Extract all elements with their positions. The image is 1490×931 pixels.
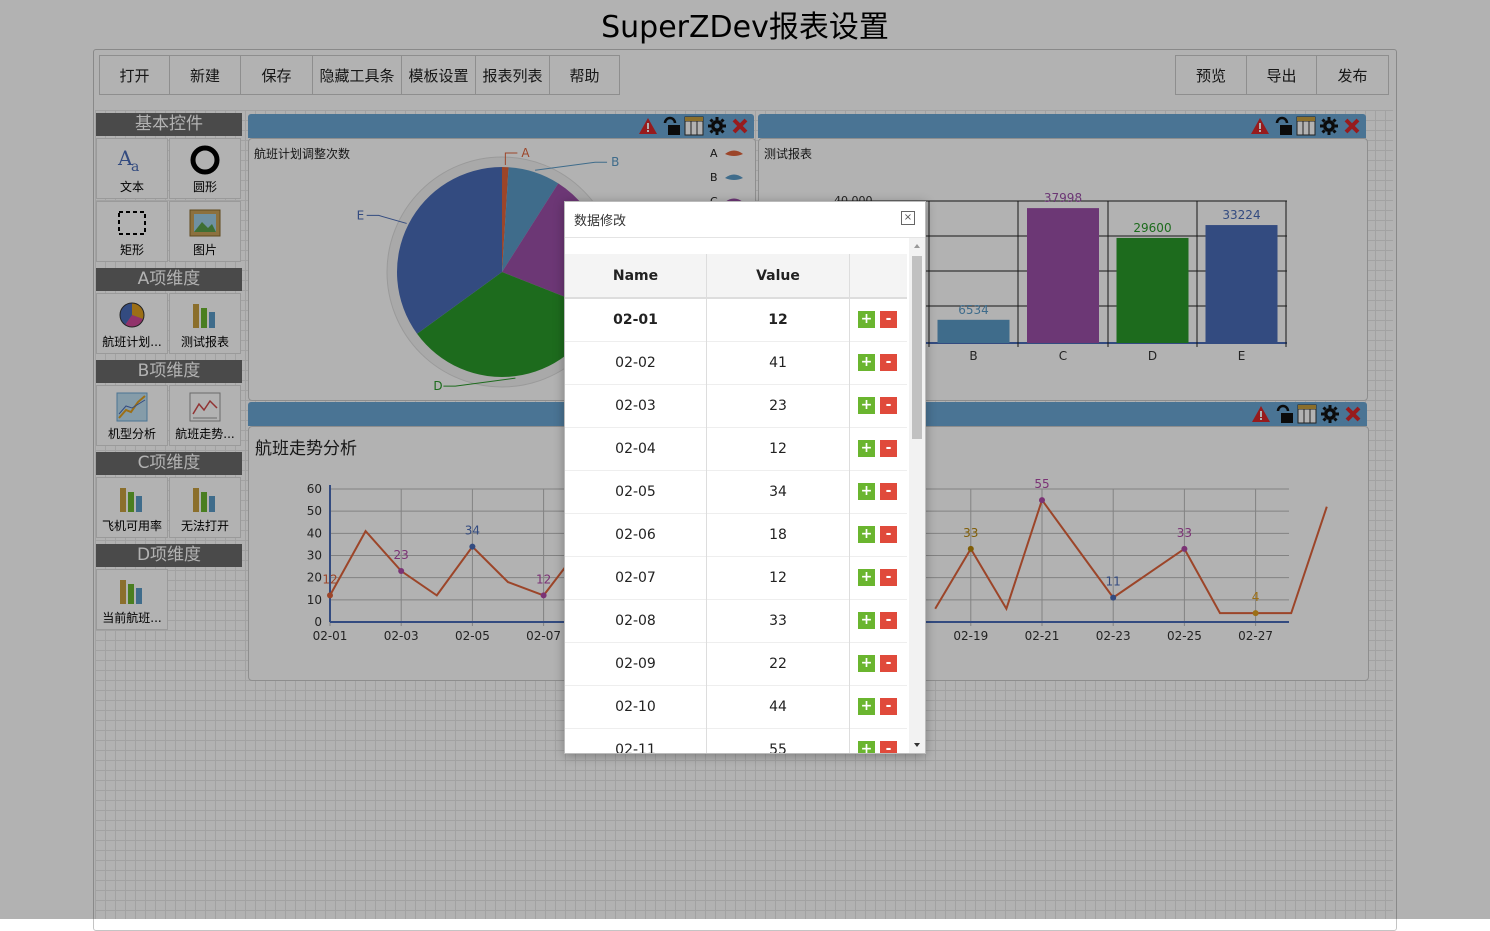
- add-row-button[interactable]: +: [858, 311, 875, 328]
- delete-row-button[interactable]: -: [880, 483, 897, 500]
- table-row[interactable]: 02-04 12 + -: [565, 427, 907, 471]
- row-value-cell[interactable]: 23: [707, 384, 850, 427]
- row-name-cell[interactable]: 02-01: [565, 298, 707, 341]
- row-name-cell[interactable]: 02-10: [565, 685, 707, 728]
- delete-row-button[interactable]: -: [880, 354, 897, 371]
- delete-row-button[interactable]: -: [880, 397, 897, 414]
- row-value-cell[interactable]: 22: [707, 642, 850, 685]
- delete-row-button[interactable]: -: [880, 569, 897, 586]
- add-row-button[interactable]: +: [858, 612, 875, 629]
- row-name-cell[interactable]: 02-04: [565, 427, 707, 470]
- add-row-button[interactable]: +: [858, 741, 875, 753]
- delete-row-button[interactable]: -: [880, 741, 897, 753]
- table-row[interactable]: 02-05 34 + -: [565, 470, 907, 514]
- row-name-cell[interactable]: 02-08: [565, 599, 707, 642]
- table-row[interactable]: 02-07 12 + -: [565, 556, 907, 600]
- row-name-cell[interactable]: 02-02: [565, 341, 707, 384]
- row-value-cell[interactable]: 12: [707, 556, 850, 599]
- scroll-up-icon[interactable]: [909, 238, 925, 254]
- scroll-thumb[interactable]: [912, 256, 922, 439]
- dialog-title: 数据修改: [574, 214, 627, 229]
- table-row[interactable]: 02-02 41 + -: [565, 341, 907, 385]
- add-row-button[interactable]: +: [858, 569, 875, 586]
- add-row-button[interactable]: +: [858, 397, 875, 414]
- table-row[interactable]: 02-08 33 + -: [565, 599, 907, 643]
- add-row-button[interactable]: +: [858, 526, 875, 543]
- table-row[interactable]: 02-03 23 + -: [565, 384, 907, 428]
- add-row-button[interactable]: +: [858, 354, 875, 371]
- row-value-cell[interactable]: 55: [707, 728, 850, 753]
- row-name-cell[interactable]: 02-03: [565, 384, 707, 427]
- delete-row-button[interactable]: -: [880, 311, 897, 328]
- row-value-cell[interactable]: 34: [707, 470, 850, 513]
- row-name-cell[interactable]: 02-07: [565, 556, 707, 599]
- scroll-down-icon[interactable]: [909, 737, 925, 753]
- add-row-button[interactable]: +: [858, 440, 875, 457]
- row-name-cell[interactable]: 02-05: [565, 470, 707, 513]
- table-row[interactable]: 02-10 44 + -: [565, 685, 907, 729]
- row-value-cell[interactable]: 18: [707, 513, 850, 556]
- table-row[interactable]: 02-06 18 + -: [565, 513, 907, 557]
- delete-row-button[interactable]: -: [880, 612, 897, 629]
- table-row[interactable]: 02-11 55 + -: [565, 728, 907, 753]
- table-row[interactable]: 02-01 12 + -: [565, 298, 907, 342]
- column-header-value: Value: [707, 254, 850, 297]
- row-value-cell[interactable]: 33: [707, 599, 850, 642]
- table-row[interactable]: 02-09 22 + -: [565, 642, 907, 686]
- row-name-cell[interactable]: 02-06: [565, 513, 707, 556]
- column-header-name: Name: [565, 254, 707, 297]
- delete-row-button[interactable]: -: [880, 440, 897, 457]
- table-header: Name Value: [565, 254, 907, 299]
- row-value-cell[interactable]: 44: [707, 685, 850, 728]
- delete-row-button[interactable]: -: [880, 526, 897, 543]
- data-edit-dialog: 数据修改 × Name Value 02-01 12 + -02-02 41 + -02-0…: [564, 201, 926, 754]
- vertical-scrollbar[interactable]: [909, 238, 925, 753]
- row-name-cell[interactable]: 02-09: [565, 642, 707, 685]
- delete-row-button[interactable]: -: [880, 698, 897, 715]
- row-name-cell[interactable]: 02-11: [565, 728, 707, 753]
- close-icon[interactable]: ×: [901, 211, 915, 225]
- add-row-button[interactable]: +: [858, 698, 875, 715]
- add-row-button[interactable]: +: [858, 483, 875, 500]
- row-value-cell[interactable]: 12: [707, 298, 850, 341]
- row-value-cell[interactable]: 12: [707, 427, 850, 470]
- dialog-divider: [565, 237, 925, 238]
- row-value-cell[interactable]: 41: [707, 341, 850, 384]
- add-row-button[interactable]: +: [858, 655, 875, 672]
- delete-row-button[interactable]: -: [880, 655, 897, 672]
